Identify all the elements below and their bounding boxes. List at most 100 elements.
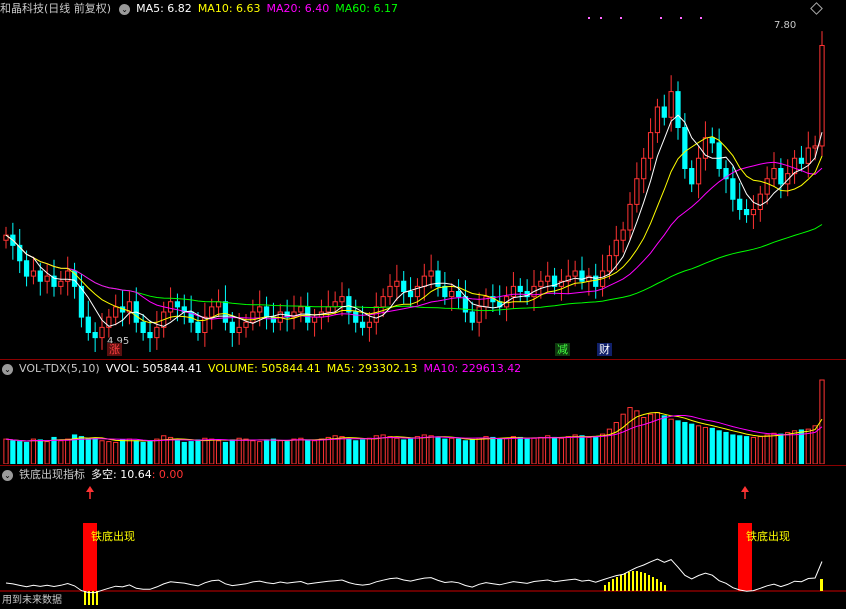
duokong-line [5,558,823,594]
volume-bar [113,441,119,464]
indicator-chart[interactable] [0,482,846,609]
yellow-stripe [604,585,606,591]
candle-body [147,332,153,339]
price-chart[interactable] [0,17,846,359]
candle-body [250,311,256,323]
volume-bar [277,440,283,464]
candle-body [346,296,352,313]
candle-body [37,270,43,282]
candle-body [442,285,448,298]
chevron-down-icon[interactable]: ⌄ [119,3,131,15]
candle-body [394,280,400,287]
volume-bar [791,430,798,464]
volume-bar [339,436,345,464]
volume-bar [23,441,30,464]
volume-bar [154,438,160,464]
yellow-stripe [96,591,98,605]
yellow-stripe [636,571,638,591]
candle-body [99,326,105,339]
mark-cai[interactable]: 财 [597,343,612,356]
candle-body [140,321,146,333]
candle-body [668,91,674,118]
volume-bar [236,437,242,464]
yellow-stripe [612,579,614,591]
volume-bar [778,433,784,464]
volume-bar [243,438,249,464]
yellow-stripe [88,591,90,605]
event-dot [588,17,590,19]
volume-bar [394,437,400,464]
candle-body [771,168,777,180]
volume-bar [30,438,37,464]
volume-bar [442,438,448,464]
zero-label: : 0.00 [151,468,184,481]
yellow-stripe [84,591,86,605]
candle-body [613,239,619,257]
yellow-stripe [640,572,642,591]
volume-bar [764,434,770,464]
chevron-down-icon[interactable]: ⌄ [2,469,13,481]
volume-bar [716,430,722,464]
candle-body [387,285,393,298]
candle-body [421,275,427,287]
signal-label-right: 铁底出现 [746,530,790,543]
candle-body [243,321,249,328]
volume-bar [366,437,373,464]
candle-body [476,306,482,323]
volume-bar [126,438,133,464]
volume-bar [202,437,208,464]
volume-bar [689,423,695,464]
volume-bar [257,441,263,464]
candle-body [23,260,30,277]
mark-jian[interactable]: 减 [555,343,570,356]
volume-bar [586,436,592,464]
volume-bar [695,425,702,464]
volume-bar [545,435,551,464]
volume-bar [359,439,366,464]
volume-bar [435,436,441,464]
volume-bar [78,436,85,464]
candle-body [716,142,722,169]
candle-body [215,301,222,308]
yellow-stripe [652,577,654,591]
volume-bar [353,440,359,464]
event-dot [600,17,602,19]
vvol-label: VVOL: 505844.41 [105,362,203,375]
volume-bar [85,438,91,464]
candle-body [435,270,441,287]
volume-bar [318,438,325,464]
volume-bar [215,440,222,464]
candle-body [517,285,523,292]
volume-bar [263,439,270,464]
candle-body [538,280,544,287]
yellow-stripe [628,572,630,591]
volume-bar [92,437,98,464]
volume-bar [538,436,544,464]
candle-body [757,193,763,210]
volume-bar [743,436,750,464]
volume-bar [503,437,510,464]
candle-body [339,296,345,303]
candle-body [222,301,229,323]
candle-body [236,326,242,333]
volume-bar [167,436,174,464]
volume-label: VOLUME: 505844.41 [208,362,321,375]
volume-chart[interactable] [0,376,846,464]
diamond-icon[interactable] [810,2,823,15]
candle-body [44,275,50,282]
candle-body [510,285,517,298]
candle-body [730,178,736,200]
volume-bar [10,440,16,464]
candle-body [353,311,359,323]
chevron-down-icon[interactable]: ⌄ [2,363,13,375]
volume-bar [627,407,633,464]
candle-body [455,291,462,298]
candle-body [58,280,64,287]
mark-zhang[interactable]: 涨 [107,343,122,356]
volume-bar [174,440,181,464]
volume-bar [531,437,537,464]
candle-body [401,280,407,292]
candle-body [174,301,181,308]
candle-body [359,321,366,328]
volume-bar [565,436,571,464]
